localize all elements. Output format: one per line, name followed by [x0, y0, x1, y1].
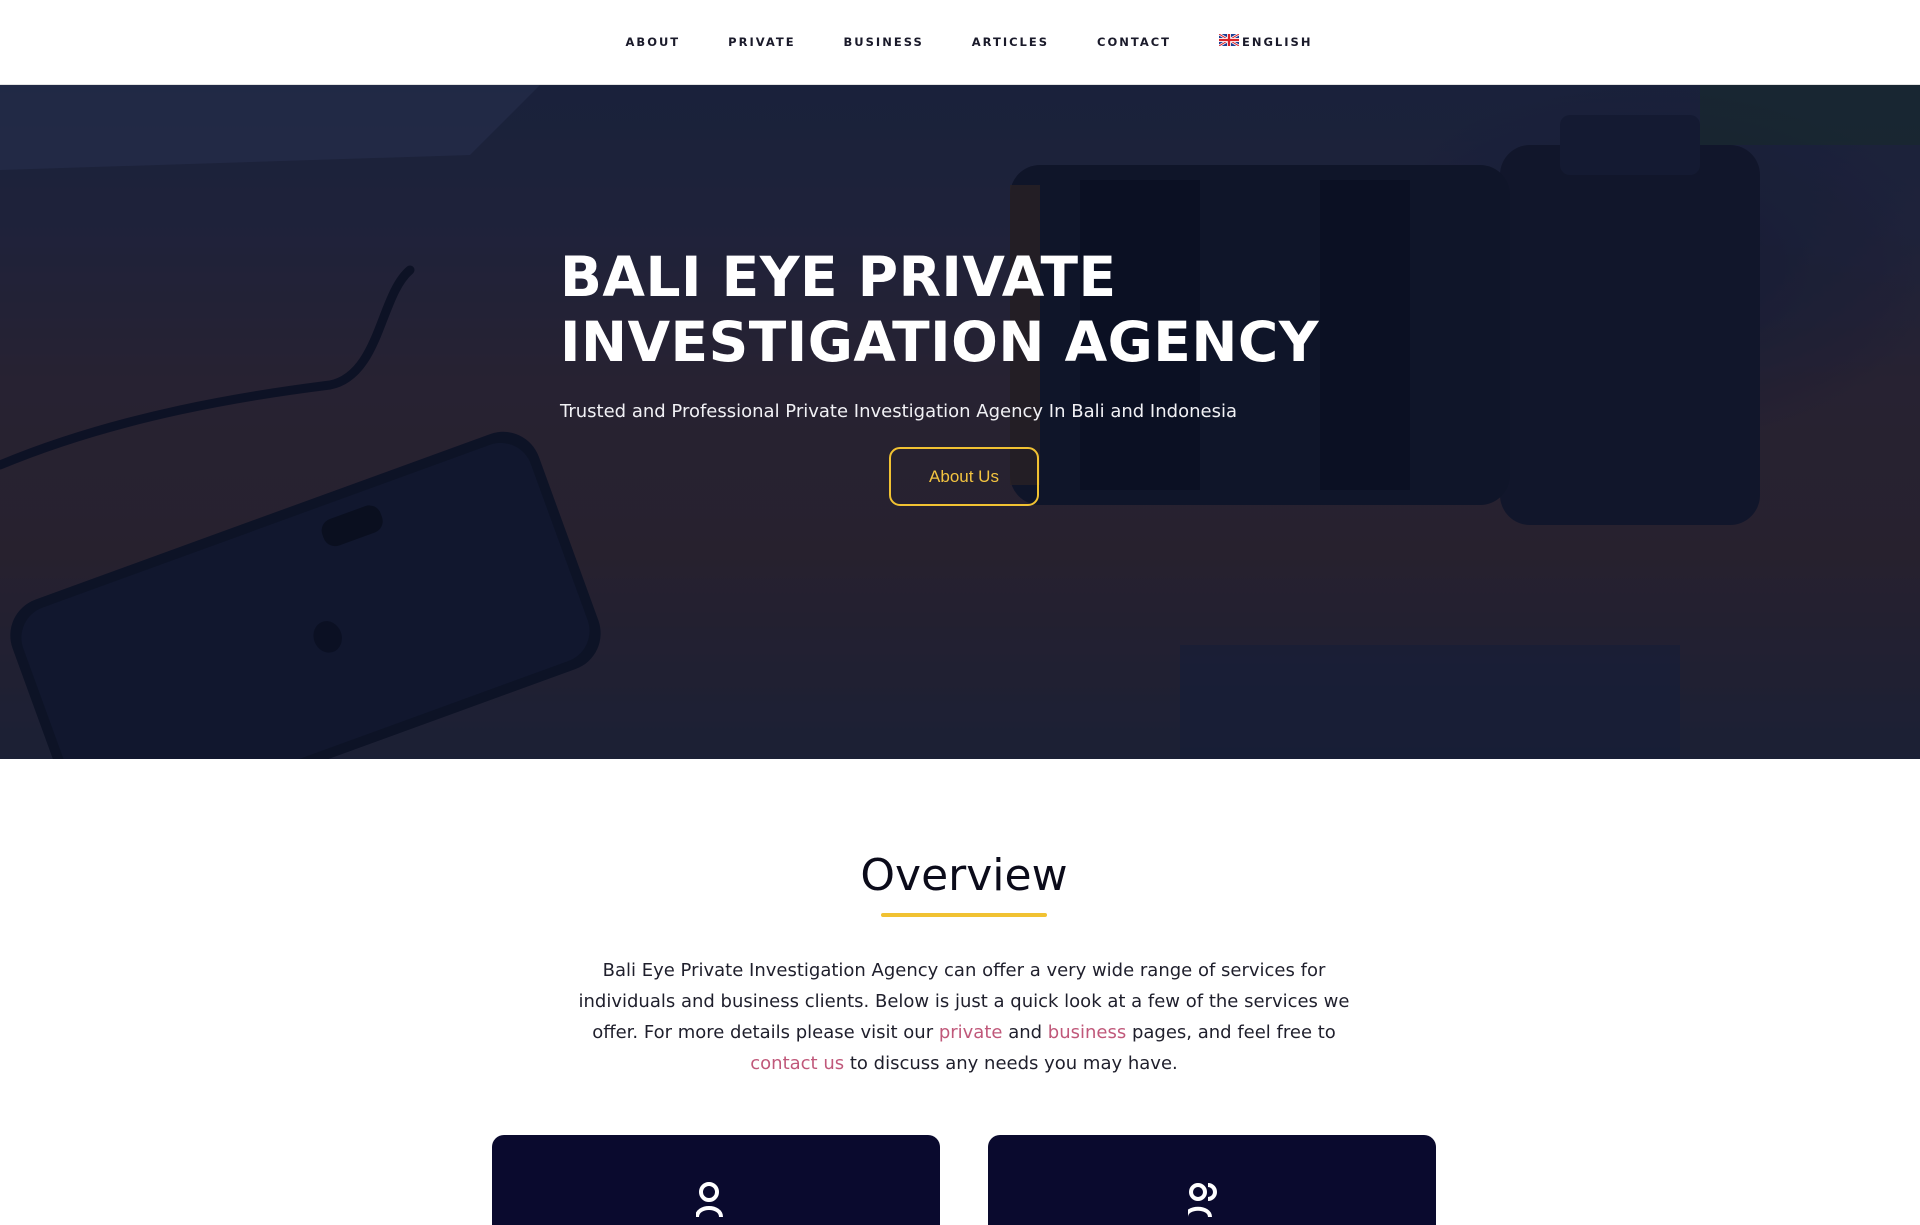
hero-title: BALI EYE PRIVATE INVESTIGATION AGENCY — [560, 245, 1368, 375]
overview-heading: Overview — [860, 850, 1068, 901]
hero-title-line-1: BALI EYE PRIVATE — [560, 245, 1117, 309]
hero-overlay — [0, 85, 1920, 759]
service-card-private[interactable] — [492, 1135, 940, 1225]
hero-subtitle: Trusted and Professional Private Investi… — [560, 401, 1237, 422]
nav-menu: ABOUT PRIVATE BUSINESS ARTICLES CONTACT … — [602, 34, 1337, 49]
nav-item-language[interactable]: ENGLISH — [1195, 34, 1336, 49]
nav-item-about[interactable]: ABOUT — [602, 35, 705, 49]
nav-item-private[interactable]: PRIVATE — [704, 35, 819, 49]
heading-underline — [881, 913, 1047, 917]
business-link[interactable]: business — [1048, 1022, 1126, 1043]
person-icon — [696, 1182, 723, 1217]
hero-banner: BALI EYE PRIVATE INVESTIGATION AGENCY Tr… — [0, 85, 1920, 759]
top-navigation: ABOUT PRIVATE BUSINESS ARTICLES CONTACT … — [0, 0, 1920, 85]
language-label: ENGLISH — [1242, 35, 1313, 49]
overview-paragraph: Bali Eye Private Investigation Agency ca… — [560, 955, 1368, 1079]
people-icon — [1188, 1183, 1217, 1217]
nav-item-business[interactable]: BUSINESS — [820, 35, 948, 49]
uk-flag-icon — [1219, 34, 1240, 46]
private-link[interactable]: private — [939, 1022, 1003, 1043]
overview-text-4: to discuss any needs you may have. — [844, 1053, 1178, 1074]
service-card-business[interactable] — [988, 1135, 1436, 1225]
contact-us-link[interactable]: contact us — [750, 1053, 844, 1074]
overview-text-3: pages, and feel free to — [1126, 1022, 1336, 1043]
about-us-button[interactable]: About Us — [889, 447, 1039, 506]
nav-item-contact[interactable]: CONTACT — [1073, 35, 1195, 49]
hero-title-line-2: INVESTIGATION AGENCY — [560, 310, 1320, 374]
overview-text-2: and — [1002, 1022, 1048, 1043]
nav-item-articles[interactable]: ARTICLES — [948, 35, 1073, 49]
